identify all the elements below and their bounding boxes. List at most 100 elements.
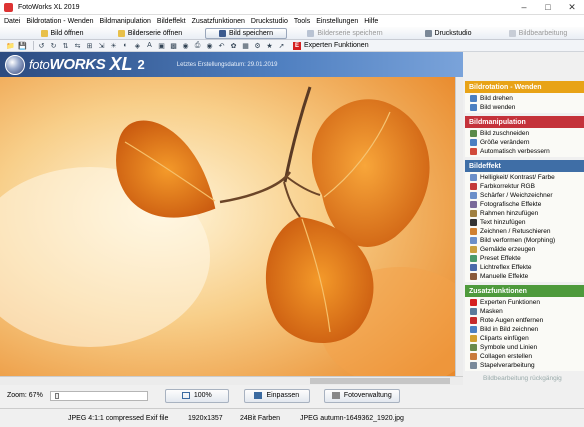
sidebar-item-morphing[interactable]: Bild verformen (Morphing) — [465, 236, 584, 245]
text-icon[interactable]: A — [145, 41, 154, 50]
save-image-button[interactable]: Bild speichern — [205, 27, 287, 39]
sidebar-item-rahmen[interactable]: Rahmen hinzufügen — [465, 209, 584, 218]
rotate-left-icon[interactable]: ↺ — [37, 41, 46, 50]
export-icon[interactable]: ➚ — [277, 41, 286, 50]
sidebar-item-farbkorrektur[interactable]: Farbkorrektur RGB — [465, 182, 584, 191]
zoom-slider-knob[interactable] — [54, 392, 59, 399]
expert-functions-button[interactable]: E Experten Funktionen — [293, 41, 369, 50]
rotate-right-icon[interactable]: ↻ — [49, 41, 58, 50]
group-manipulation-items: Bild zuschneiden Größe verändern Automat… — [465, 128, 584, 157]
sidebar-item-preset[interactable]: Preset Effekte — [465, 254, 584, 263]
menu-bildeffekt[interactable]: Bildeffekt — [157, 18, 186, 25]
vertical-scrollbar[interactable] — [455, 77, 463, 376]
gallery-icon[interactable]: ▦ — [241, 41, 250, 50]
color-icon[interactable]: ◐ — [121, 41, 130, 50]
status-bar: JPEG 4:1:1 compressed Exif file 1920x135… — [0, 408, 584, 427]
sidebar-item-schaerfer[interactable]: Schärfer / Weichzeichner — [465, 191, 584, 200]
image-canvas[interactable] — [0, 77, 463, 376]
sidebar-item-bild-in-bild[interactable]: Bild in Bild zeichnen — [465, 325, 584, 334]
function-sidebar: Bildrotation - Wenden Bild drehen Bild w… — [465, 77, 584, 408]
image-editing-button[interactable]: Bildbearbeitung — [500, 28, 576, 39]
toolbar-separator — [33, 41, 34, 50]
settings-icon[interactable]: ⚙ — [253, 41, 262, 50]
sidebar-item-symbole[interactable]: Symbole und Linien — [465, 343, 584, 352]
menu-hilfe[interactable]: Hilfe — [364, 18, 378, 25]
sidebar-item-gemaelde[interactable]: Gemälde erzeugen — [465, 245, 584, 254]
close-button[interactable]: ✕ — [560, 0, 584, 15]
group-manipulation-header[interactable]: Bildmanipulation — [465, 116, 584, 128]
sidebar-item-groesse[interactable]: Größe verändern — [465, 138, 584, 147]
sidebar-item-stapel[interactable]: Stapelverarbeitung — [465, 361, 584, 370]
group-rotation-header[interactable]: Bildrotation - Wenden — [465, 81, 584, 93]
flip-icon[interactable]: ⇆ — [73, 41, 82, 50]
horizontal-scroll-thumb[interactable] — [310, 378, 450, 384]
horizontal-scrollbar[interactable] — [0, 376, 463, 385]
menu-bildrotation[interactable]: Bildrotation - Wenden — [26, 18, 93, 25]
sidebar-item-rote-augen[interactable]: Rote Augen entfernen — [465, 316, 584, 325]
maximize-button[interactable]: □ — [536, 0, 560, 15]
save-icon[interactable]: 💾 — [18, 41, 27, 50]
menu-datei[interactable]: Datei — [4, 18, 20, 25]
symbols-icon — [470, 344, 477, 351]
red-eye-icon[interactable]: ◉ — [205, 41, 214, 50]
brightness-icon[interactable]: ☀ — [109, 41, 118, 50]
window-title: FotoWorks XL 2019 — [18, 3, 80, 11]
undo-icon — [508, 29, 516, 37]
crop-icon[interactable]: ⊞ — [85, 41, 94, 50]
menu-einstellungen[interactable]: Einstellungen — [316, 18, 358, 25]
sidebar-item-zuschneiden[interactable]: Bild zuschneiden — [465, 129, 584, 138]
rotate-180-icon[interactable]: ⇅ — [61, 41, 70, 50]
minimize-button[interactable]: – — [512, 0, 536, 15]
save-series-button[interactable]: Bilderserie speichern — [297, 28, 393, 39]
status-format: JPEG 4:1:1 compressed Exif file — [68, 414, 169, 422]
sharpen-icon[interactable]: ◈ — [133, 41, 142, 50]
sidebar-item-collagen[interactable]: Collagen erstellen — [465, 352, 584, 361]
sidebar-item-helligkeit[interactable]: Helligkeit/ Kontrast/ Farbe — [465, 173, 584, 182]
mask-icon[interactable]: ◉ — [181, 41, 190, 50]
zoom-100-icon — [181, 392, 190, 399]
floppy-icon — [219, 29, 227, 37]
zoom-slider[interactable] — [49, 390, 148, 401]
sidebar-item-masken[interactable]: Masken — [465, 307, 584, 316]
fit-to-window-button[interactable]: Einpassen — [243, 388, 310, 403]
photo-management-button[interactable]: Fotoverwaltung — [323, 388, 400, 403]
sidebar-item-bild-drehen[interactable]: Bild drehen — [465, 94, 584, 103]
title-bar: FotoWorks XL 2019 – □ ✕ — [0, 0, 584, 15]
manual-effect-icon — [470, 273, 477, 280]
printer-icon — [424, 29, 432, 37]
image-in-image-icon[interactable]: ▩ — [169, 41, 178, 50]
open-image-button[interactable]: Bild öffnen — [28, 28, 96, 39]
sidebar-item-zeichnen[interactable]: Zeichnen / Retuschieren — [465, 227, 584, 236]
sidebar-item-manuelle-effekte[interactable]: Manuelle Effekte — [465, 272, 584, 281]
print-icon[interactable]: ⎙ — [193, 41, 202, 50]
sidebar-item-lichtreflex[interactable]: Lichtreflex Effekte — [465, 263, 584, 272]
group-effect-header[interactable]: Bildeffekt — [465, 160, 584, 172]
clipart-icon[interactable]: ✿ — [229, 41, 238, 50]
resize-icon[interactable]: ⇲ — [97, 41, 106, 50]
sidebar-item-foto-effekte[interactable]: Fotografische Effekte — [465, 200, 584, 209]
menu-zusatzfunktionen[interactable]: Zusatzfunktionen — [192, 18, 245, 25]
undo-editing-link[interactable]: Bildbearbeitung rückgängig — [465, 375, 584, 382]
sidebar-item-text[interactable]: Text hinzufügen — [465, 218, 584, 227]
menu-druckstudio[interactable]: Druckstudio — [251, 18, 288, 25]
frame-icon[interactable]: ▣ — [157, 41, 166, 50]
sidebar-item-experten[interactable]: Experten Funktionen — [465, 298, 584, 307]
menu-bildmanipulation[interactable]: Bildmanipulation — [100, 18, 151, 25]
zoom-100-button[interactable]: 100% — [164, 388, 229, 403]
menu-tools[interactable]: Tools — [294, 18, 310, 25]
sidebar-item-bild-wenden[interactable]: Bild wenden — [465, 103, 584, 112]
open-icon[interactable]: 📁 — [6, 41, 15, 50]
print-studio-button[interactable]: Druckstudio — [408, 28, 488, 39]
sidebar-item-cliparts[interactable]: Cliparts einfügen — [465, 334, 584, 343]
folder-series-icon — [117, 29, 125, 37]
open-series-button[interactable]: Bilderserie öffnen — [110, 28, 190, 39]
group-extra-header[interactable]: Zusatzfunktionen — [465, 285, 584, 297]
star-icon[interactable]: ★ — [265, 41, 274, 50]
flip-icon — [470, 104, 477, 111]
brightness-icon — [470, 174, 477, 181]
status-color-depth: 24Bit Farben — [240, 414, 281, 422]
undo-icon[interactable]: ↶ — [217, 41, 226, 50]
expert-icon — [470, 299, 477, 306]
brush-icon — [470, 228, 477, 235]
sidebar-item-auto-verbessern[interactable]: Automatisch verbessern — [465, 147, 584, 156]
